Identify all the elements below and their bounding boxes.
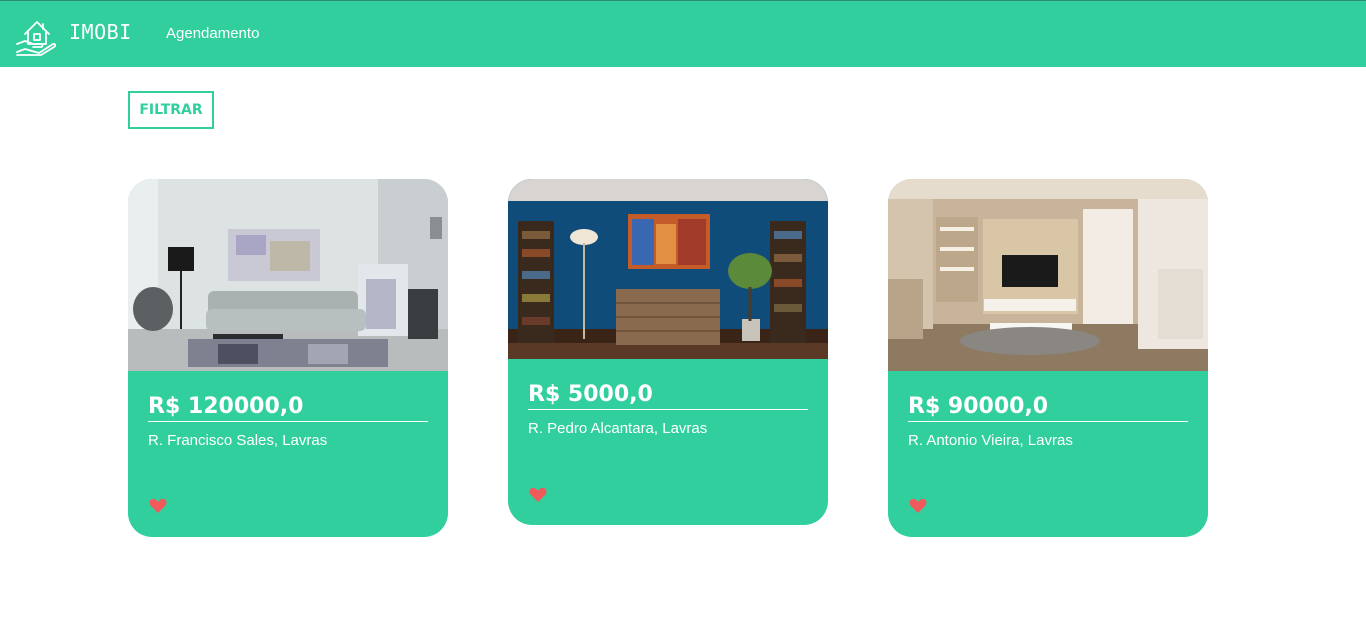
listing-card[interactable]: R$ 5000,0 R. Pedro Alcantara, Lavras <box>508 179 828 525</box>
heart-icon[interactable] <box>149 498 167 514</box>
brand-name[interactable]: IMOBI <box>69 20 132 44</box>
filter-button[interactable]: FILTRAR <box>128 91 214 129</box>
listing-price: R$ 5000,0 <box>528 381 808 410</box>
blue-wall-room-photo <box>508 179 828 359</box>
tv-room-photo <box>888 179 1208 371</box>
heart-icon[interactable] <box>909 498 927 514</box>
listing-card[interactable]: R$ 90000,0 R. Antonio Vieira, Lavras <box>888 179 1208 537</box>
listing-price: R$ 90000,0 <box>908 393 1188 422</box>
nav-link-agendamento[interactable]: Agendamento <box>166 25 259 42</box>
listing-address: R. Pedro Alcantara, Lavras <box>528 420 708 437</box>
listing-card[interactable]: R$ 120000,0 R. Francisco Sales, Lavras <box>128 179 448 537</box>
listing-address: R. Antonio Vieira, Lavras <box>908 432 1073 449</box>
heart-icon[interactable] <box>529 487 547 503</box>
listing-price: R$ 120000,0 <box>148 393 428 422</box>
living-room-photo <box>128 179 448 371</box>
top-navbar: IMOBI Agendamento <box>0 0 1366 67</box>
house-in-hand-icon[interactable] <box>15 14 57 56</box>
listing-address: R. Francisco Sales, Lavras <box>148 432 328 449</box>
